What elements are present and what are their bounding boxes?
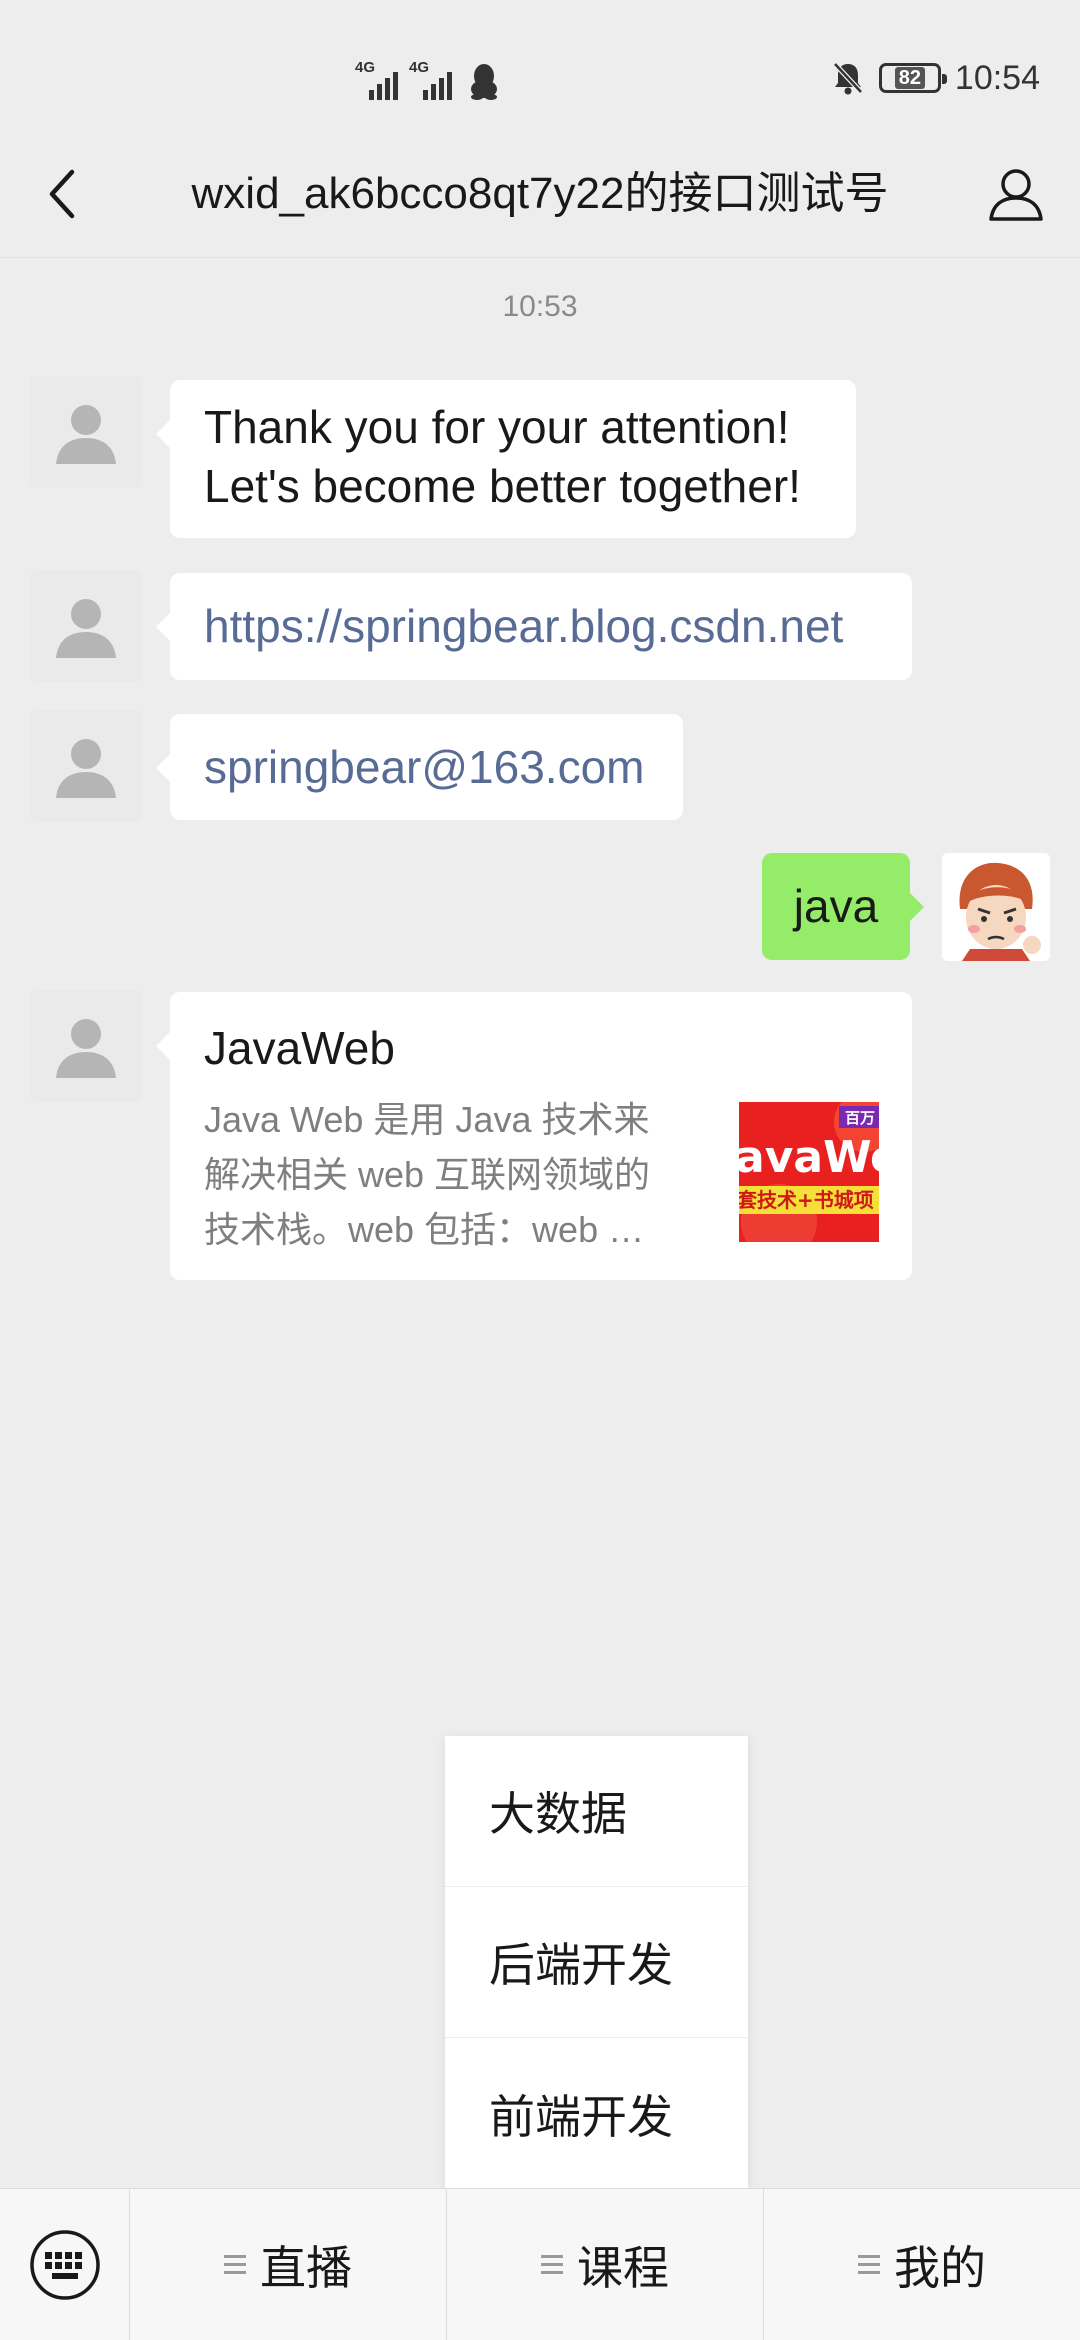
status-center-icons: 4G 4G — [355, 56, 499, 100]
battery-icon: 82 — [878, 63, 947, 93]
my-avatar[interactable] — [942, 853, 1050, 961]
avatar[interactable] — [30, 990, 142, 1102]
status-right-icons: 82 10:54 — [831, 56, 1040, 100]
menu-button-courses[interactable]: 课程 — [447, 2189, 764, 2340]
default-avatar-icon — [56, 739, 116, 798]
message-bubble[interactable]: Thank you for your attention! Let's beco… — [156, 380, 856, 538]
submenu-item-big-data[interactable]: 大数据 — [445, 1736, 748, 1887]
battery-level: 82 — [894, 67, 926, 89]
message-link[interactable]: springbear@163.com — [204, 741, 644, 793]
thumb-title-text: avaWe — [739, 1132, 879, 1183]
chat-header: wxid_ak6bcco8qt7y22的接口测试号 — [0, 130, 1080, 258]
submenu-popup: 大数据 后端开发 前端开发 — [445, 1736, 748, 2188]
javaweb-thumbnail-image: 百万 avaWe 套技术+书城项 — [739, 1102, 879, 1242]
menu-label: 课程 — [577, 2241, 669, 2294]
submenu-item-frontend[interactable]: 前端开发 — [445, 2038, 748, 2189]
chat-title: wxid_ak6bcco8qt7y22的接口测试号 — [191, 169, 889, 218]
message-timestamp: 10:53 — [502, 290, 578, 323]
thumb-badge-text: 百万 — [845, 1109, 875, 1127]
custom-menu-bar: 直播 课程 我的 — [0, 2188, 1080, 2340]
chevron-left-icon — [49, 169, 75, 219]
default-avatar-icon — [56, 599, 116, 658]
keyboard-icon — [29, 2230, 100, 2300]
default-avatar-icon — [56, 405, 116, 464]
submenu-item-backend[interactable]: 后端开发 — [445, 1887, 748, 2038]
message-bubble: springbear@163.com — [156, 714, 683, 820]
message-bubble-outgoing[interactable]: java — [762, 853, 924, 960]
avatar[interactable] — [30, 570, 142, 682]
message-bubble: https://springbear.blog.csdn.net — [156, 573, 912, 680]
menu-lines-icon — [541, 2255, 563, 2274]
keyboard-toggle-button[interactable] — [0, 2189, 130, 2340]
qq-icon — [471, 64, 497, 100]
menu-lines-icon — [858, 2255, 880, 2274]
message-text: java — [793, 880, 879, 932]
bell-muted-icon — [833, 62, 863, 95]
person-icon — [989, 169, 1043, 221]
menu-button-mine[interactable]: 我的 — [764, 2189, 1080, 2340]
cartoon-avatar-icon — [942, 853, 1050, 961]
signal-icon: 4G — [355, 60, 401, 100]
clock: 10:54 — [954, 58, 1040, 97]
message-link[interactable]: https://springbear.blog.csdn.net — [204, 600, 843, 652]
article-card[interactable]: JavaWeb Java Web 是用 Java 技术来解决相关 web 互联网… — [156, 992, 912, 1280]
card-title: JavaWeb — [204, 1022, 395, 1074]
menu-button-live[interactable]: 直播 — [130, 2189, 447, 2340]
card-description: Java Web 是用 Java 技术来解决相关 web 互联网领域的技术栈。w… — [204, 1099, 651, 1250]
chat-info-button[interactable] — [982, 160, 1050, 228]
card-thumbnail: 百万 avaWe 套技术+书城项 — [739, 1102, 879, 1242]
default-avatar-icon — [56, 1019, 116, 1078]
menu-lines-icon — [224, 2255, 246, 2274]
menu-label: 我的 — [894, 2241, 986, 2294]
avatar[interactable] — [30, 710, 142, 822]
message-text-line: Let's become better together! — [204, 460, 801, 512]
message-text-line: Thank you for your attention! — [204, 401, 790, 453]
back-button[interactable] — [32, 164, 92, 224]
avatar[interactable] — [30, 376, 142, 488]
signal-icon: 4G — [409, 60, 455, 100]
thumb-subtitle-text: 套技术+书城项 — [739, 1188, 874, 1212]
menu-label: 直播 — [260, 2241, 352, 2294]
status-bar: 4G 4G 82 10:54 — [0, 0, 1080, 130]
